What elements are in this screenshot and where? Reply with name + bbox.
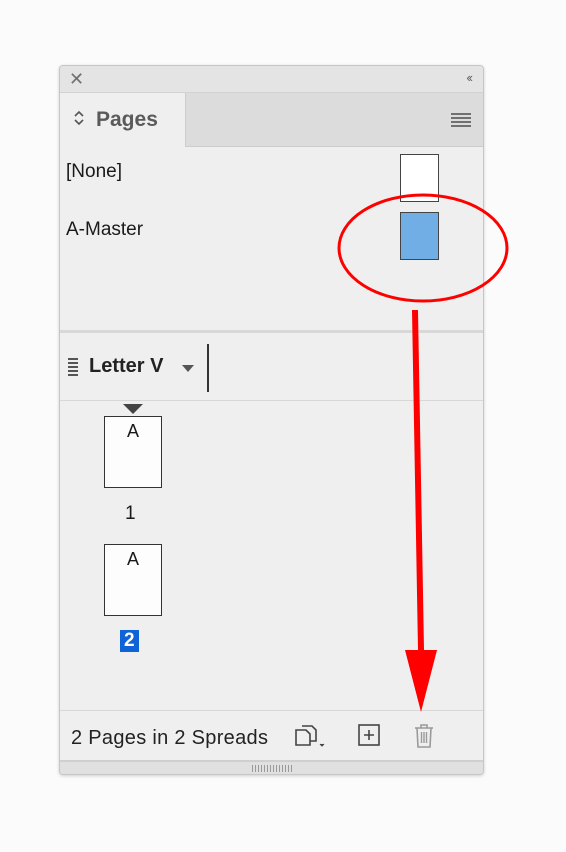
- master-none-label[interactable]: [None]: [66, 161, 122, 183]
- current-page-marker-icon: [123, 404, 143, 414]
- pages-panel: ✕ ‹‹ Pages [None] A-Master Letter V A 1 …: [59, 65, 484, 775]
- page-size-label[interactable]: Letter V: [89, 355, 163, 378]
- master-a-label[interactable]: A-Master: [66, 219, 143, 241]
- close-icon[interactable]: ✕: [69, 68, 84, 90]
- hamburger-menu-icon[interactable]: [451, 113, 471, 129]
- page-number-2[interactable]: 2: [120, 630, 139, 652]
- panel-titlebar: ✕ ‹‹: [60, 66, 483, 93]
- new-page-icon[interactable]: [357, 723, 381, 752]
- grip-icon[interactable]: [68, 358, 78, 378]
- resize-grip[interactable]: [60, 760, 483, 774]
- edit-page-size-icon[interactable]: [294, 723, 326, 754]
- chevron-down-icon[interactable]: [182, 365, 194, 372]
- section-divider[interactable]: [60, 330, 483, 333]
- collapse-panel-icon[interactable]: ‹‹: [466, 70, 473, 85]
- tab-pages[interactable]: Pages: [60, 93, 186, 147]
- status-bar: 2 Pages in 2 Spreads: [60, 710, 483, 761]
- page-master-prefix: A: [126, 421, 139, 441]
- grip-icon[interactable]: [252, 765, 292, 772]
- master-a-thumbnail[interactable]: [400, 212, 439, 260]
- page-thumbnail-1[interactable]: A: [104, 416, 162, 488]
- page-thumbnail-2[interactable]: A: [104, 544, 162, 616]
- master-none-thumbnail[interactable]: [400, 154, 439, 202]
- status-text: 2 Pages in 2 Spreads: [71, 727, 269, 749]
- tab-label: Pages: [96, 108, 158, 131]
- pages-toolbar: Letter V: [60, 336, 483, 401]
- sort-updown-icon[interactable]: [74, 110, 84, 127]
- toolbar-separator: [207, 344, 209, 392]
- panel-tab-row: Pages: [60, 93, 483, 147]
- trash-icon[interactable]: [412, 723, 436, 754]
- page-number-1[interactable]: 1: [125, 503, 136, 525]
- page-master-prefix: A: [126, 549, 139, 569]
